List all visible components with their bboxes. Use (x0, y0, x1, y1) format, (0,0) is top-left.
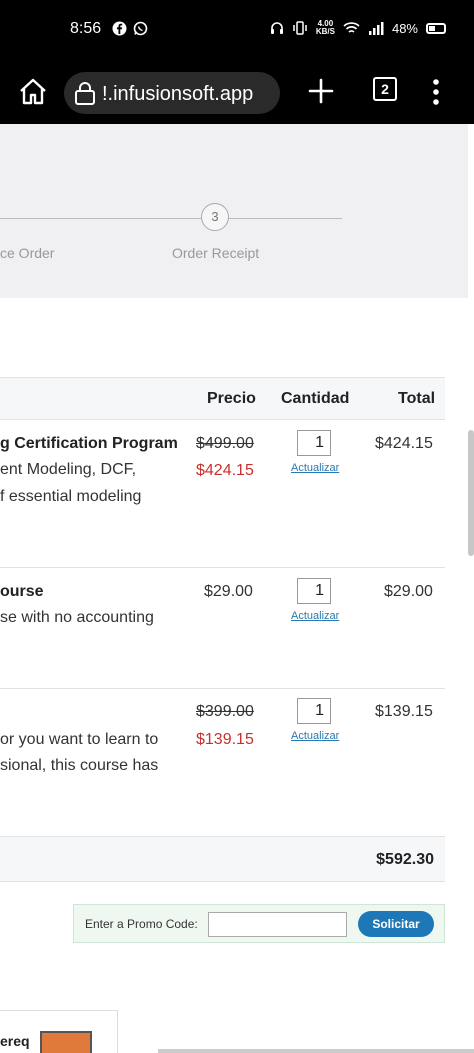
item-description: ent Modeling, DCF, (0, 461, 137, 478)
sale-price: $139.15 (196, 731, 254, 748)
row-divider (0, 567, 445, 568)
update-quantity-link[interactable]: Actualizar (291, 730, 339, 742)
step-place-order-label: ce Order (0, 245, 55, 261)
wifi-icon (343, 22, 360, 33)
browser-toolbar: !.infusionsoft.app 2 (0, 62, 474, 124)
status-time: 8:56 (70, 20, 102, 37)
facebook-icon (112, 21, 127, 36)
tab-switcher-button[interactable]: 2 (373, 77, 397, 101)
item-description: or you want to learn to (0, 731, 159, 748)
battery-percent: 48% (391, 20, 418, 36)
headset-icon (270, 22, 283, 34)
header-total: Total (398, 390, 436, 407)
url-text: !.infusionsoft.app (102, 83, 254, 105)
battery-icon (426, 22, 446, 34)
more-menu-icon[interactable] (428, 76, 444, 108)
step-order-receipt-label: Order Receipt (172, 245, 260, 261)
grand-total: $592.30 (376, 851, 434, 868)
row-divider (0, 688, 445, 689)
cart-table-header: Precio Cantidad Total (0, 377, 445, 420)
promo-code-label: Enter a Promo Code: (85, 917, 198, 931)
promo-code-input[interactable] (208, 912, 347, 937)
item-description: sional, this course has (0, 757, 159, 774)
checkout-steps (0, 124, 468, 298)
header-price: Precio (207, 390, 256, 407)
item-description: se with no accounting (0, 609, 154, 626)
whatsapp-icon (133, 21, 148, 36)
scrollbar[interactable] (468, 430, 474, 556)
update-quantity-link[interactable]: Actualizar (291, 462, 339, 474)
address-bar[interactable]: !.infusionsoft.app (64, 72, 280, 114)
product-thumbnail (40, 1031, 92, 1053)
quantity-input[interactable] (297, 698, 331, 724)
header-quantity: Cantidad (281, 390, 350, 407)
vibrate-icon (293, 21, 307, 35)
original-price: $499.00 (196, 435, 254, 452)
home-icon[interactable] (17, 76, 49, 108)
lock-icon (75, 82, 95, 105)
update-quantity-link[interactable]: Actualizar (291, 610, 339, 622)
original-price: $399.00 (196, 703, 254, 720)
new-tab-icon[interactable] (306, 76, 336, 106)
item-description: f essential modeling (0, 488, 142, 505)
signal-icon (368, 21, 384, 35)
step-connector (0, 218, 201, 219)
order-total-row: $592.30 (0, 836, 445, 882)
price: $29.00 (204, 583, 253, 600)
item-name: g Certification Program (0, 435, 178, 452)
sale-price: $424.15 (196, 462, 254, 479)
row-total: $424.15 (375, 435, 433, 452)
upsell-card-title: ereq (0, 1033, 30, 1049)
quantity-input[interactable] (297, 430, 331, 456)
apply-promo-button[interactable]: Solicitar (358, 911, 434, 937)
row-total: $29.00 (384, 583, 433, 600)
status-bar: 8:56 4.00 KB/S 48% (0, 0, 474, 62)
item-name: ourse (0, 583, 44, 600)
promo-code-box: Enter a Promo Code: Solicitar (73, 904, 445, 943)
upsell-card[interactable]: ereq (0, 1010, 118, 1053)
step-connector (229, 218, 342, 219)
quantity-input[interactable] (297, 578, 331, 604)
page-divider (158, 1049, 474, 1053)
row-total: $139.15 (375, 703, 433, 720)
step-3-circle: 3 (201, 203, 229, 231)
network-speed: 4.00 KB/S (315, 19, 335, 36)
